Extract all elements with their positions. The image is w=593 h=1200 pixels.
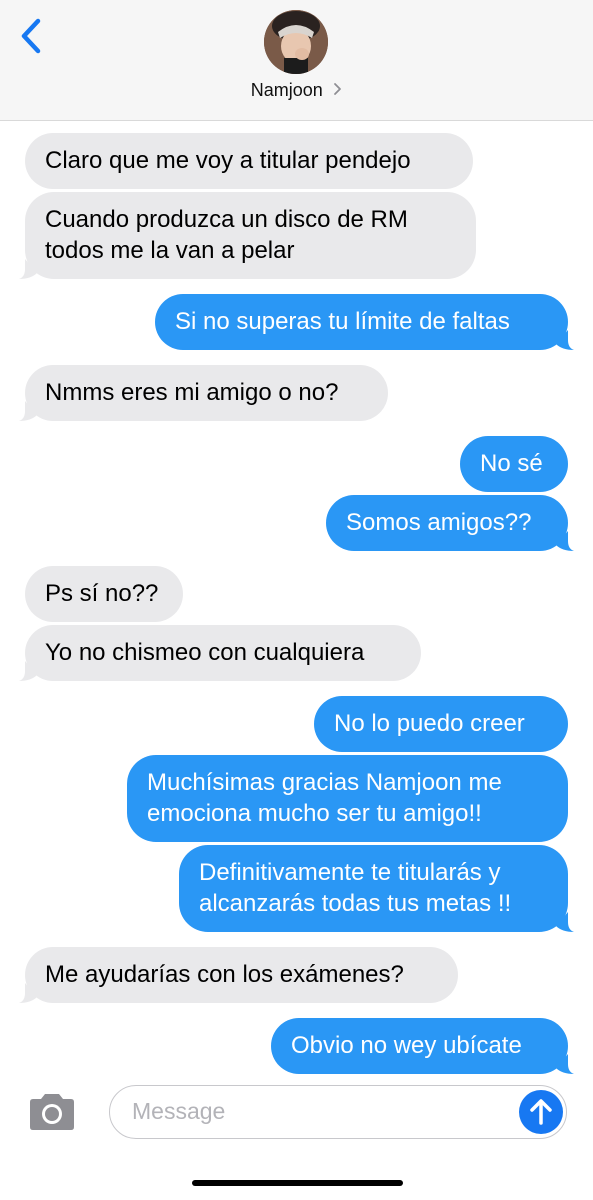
camera-icon [30, 1094, 74, 1130]
message-bubble-incoming[interactable]: Claro que me voy a titular pendejo [25, 133, 473, 189]
message-text: Definitivamente te titularás y alcanzará… [199, 859, 512, 917]
back-button[interactable] [16, 18, 48, 54]
message-bubble-incoming[interactable]: Cuando produzca un disco de RM todos me … [19, 192, 476, 279]
message-text: Ps sí no?? [45, 580, 159, 607]
message-text: Cuando produzca un disco de RM todos me … [45, 206, 408, 264]
message-bubble-outgoing[interactable]: No sé [460, 436, 568, 492]
message-text: No lo puedo creer [334, 710, 525, 737]
conversation-header: Namjoon [0, 0, 593, 121]
home-indicator [192, 1180, 403, 1186]
message-bubble-outgoing[interactable]: Si no superas tu límite de faltas [155, 294, 574, 350]
message-text: Yo no chismeo con cualquiera [45, 639, 365, 666]
camera-button[interactable] [26, 1092, 78, 1132]
contact-name: Namjoon [250, 80, 323, 100]
message-text: No sé [480, 450, 543, 477]
message-text: Nmms eres mi amigo o no? [45, 379, 339, 406]
message-text: Somos amigos?? [346, 509, 532, 536]
chevron-left-icon [21, 18, 41, 54]
avatar[interactable] [264, 10, 328, 74]
message-text: Obvio no wey ubícate [291, 1032, 522, 1059]
message-bubble-outgoing[interactable]: Muchísimas gracias Namjoon me emociona m… [127, 755, 568, 842]
message-bubble-incoming[interactable]: Ps sí no?? [25, 566, 183, 622]
send-button[interactable] [519, 1090, 563, 1134]
message-bubble-outgoing[interactable]: Definitivamente te titularás y alcanzará… [179, 845, 574, 932]
message-bubble-outgoing[interactable]: Obvio no wey ubícate [271, 1018, 574, 1074]
message-bubble-outgoing[interactable]: No lo puedo creer [314, 696, 568, 752]
message-input-placeholder: Message [132, 1098, 226, 1124]
message-input[interactable]: Message [109, 1085, 567, 1139]
contact-name-row[interactable]: Namjoon [0, 80, 593, 101]
message-bubble-incoming[interactable]: Me ayudarías con los exámenes? [19, 947, 458, 1003]
message-bubble-incoming[interactable]: Yo no chismeo con cualquiera [19, 625, 421, 681]
message-text: Muchísimas gracias Namjoon me emociona m… [147, 769, 502, 827]
message-text: Me ayudarías con los exámenes? [45, 961, 404, 988]
message-bubble-outgoing[interactable]: Somos amigos?? [326, 495, 574, 551]
send-arrow-up-icon [530, 1099, 552, 1125]
message-bubble-incoming[interactable]: Nmms eres mi amigo o no? [19, 365, 388, 421]
chevron-right-icon [333, 82, 342, 101]
message-text: Claro que me voy a titular pendejo [45, 147, 411, 174]
message-text: Si no superas tu límite de faltas [175, 308, 510, 335]
